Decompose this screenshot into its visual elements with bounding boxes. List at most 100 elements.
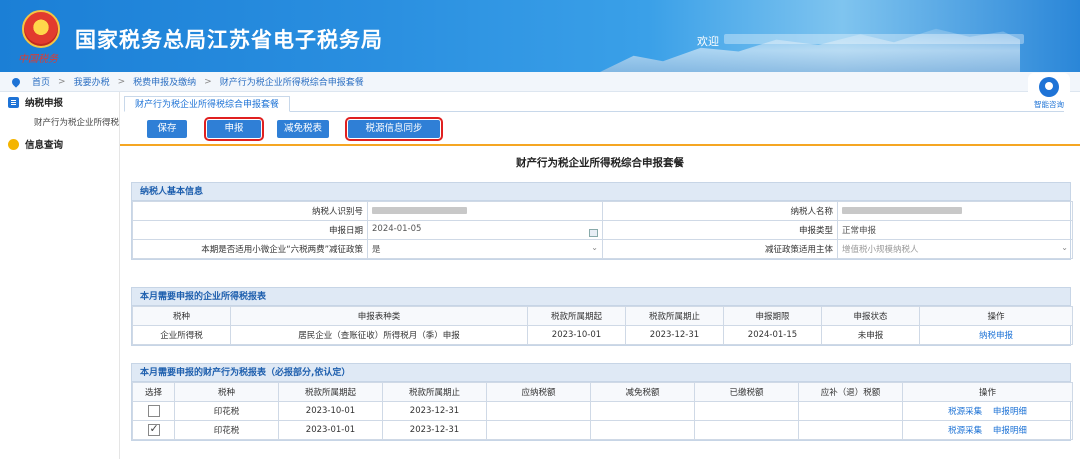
policy-select[interactable]: 是 ⌄: [367, 239, 603, 259]
declare-type-value: 正常申报: [837, 220, 1073, 240]
declare-detail-link[interactable]: 申报明细: [993, 426, 1027, 436]
document-icon: [8, 96, 19, 108]
column-header: 减免税额: [590, 382, 695, 402]
column-header: 税款所属期止: [625, 306, 724, 326]
policy-subject-select[interactable]: 增值税小规模纳税人 ⌄: [837, 239, 1073, 259]
cell-deadline: 2024-01-15: [723, 325, 822, 345]
toolbar: 保存 申报 减免税表 税源信息同步: [120, 116, 1080, 146]
cell-paid: [694, 420, 799, 440]
section-header: 纳税人基本信息: [132, 183, 1070, 201]
cell-tax: 印花税: [174, 401, 279, 421]
cell-from: 2023-01-01: [278, 420, 383, 440]
cell-reduction: [590, 420, 695, 440]
column-header: 操作: [919, 306, 1073, 326]
column-header: 税款所属期起: [278, 382, 383, 402]
table-row: 企业所得税 居民企业（查账征收）所得税月（季）申报 2023-10-01 202…: [132, 325, 1073, 345]
taxpayer-id-label: 纳税人识别号: [132, 201, 368, 221]
tax-emblem-icon: [22, 10, 60, 48]
breadcrumb-tax-service[interactable]: 我要办税: [74, 75, 110, 88]
page-title: 财产行为税企业所得税综合申报套餐: [516, 157, 684, 169]
save-button[interactable]: 保存: [147, 120, 187, 138]
column-header: 申报表种类: [230, 306, 528, 326]
cit-report-panel: 本月需要申报的企业所得税报表 税种 申报表种类 税款所属期起 税款所属期止 申报…: [131, 287, 1073, 346]
cell-to: 2023-12-31: [625, 325, 724, 345]
welcome-text: 欢迎: [697, 35, 719, 48]
column-header: 税种: [132, 306, 231, 326]
sidebar-group-label: 信息查询: [25, 140, 64, 151]
tab-property-cit-package[interactable]: 财产行为税企业所得税综合申报套餐: [124, 96, 291, 112]
column-header: 应补（退）税额: [798, 382, 903, 402]
column-header: 已缴税额: [694, 382, 799, 402]
tax-source-collect-link[interactable]: 税源采集: [948, 407, 982, 417]
taxpayer-name-label: 纳税人名称: [602, 201, 838, 221]
cell-reduction: [590, 401, 695, 421]
cell-payable: [486, 401, 591, 421]
cell-action: 纳税申报: [919, 325, 1073, 345]
sidebar-group-tax-declaration[interactable]: 纳税申报: [0, 92, 119, 112]
policy-subject-value: 增值税小规模纳税人: [842, 245, 919, 255]
declare-type-label: 申报类型: [602, 220, 838, 240]
sidebar-group-info-query[interactable]: 信息查询: [0, 134, 119, 154]
taxpayer-name-field: [837, 201, 1073, 221]
calendar-icon[interactable]: [589, 228, 598, 237]
emblem-caption: 中国税务: [18, 54, 58, 65]
site-header: 中国税务 国家税务总局江苏省电子税务局 欢迎: [0, 0, 1080, 72]
declare-date-value: 2024-01-05: [372, 223, 422, 234]
column-header: 税款所属期止: [382, 382, 487, 402]
column-header: 税款所属期起: [527, 306, 626, 326]
breadcrumb-separator: >: [117, 76, 126, 87]
cell-from: 2023-10-01: [278, 401, 383, 421]
breadcrumb-declaration[interactable]: 税费申报及缴纳: [133, 75, 196, 88]
chat-bubble-icon: [8, 138, 19, 150]
declare-date-field[interactable]: 2024-01-05: [367, 220, 603, 240]
tax-reduction-form-button[interactable]: 减免税表: [277, 120, 329, 138]
cell-refund: [798, 420, 903, 440]
column-header: 申报状态: [821, 306, 920, 326]
sidebar-item-property-cit[interactable]: 财产行为税企业所得税: [0, 112, 119, 134]
taxpayer-info-panel: 纳税人基本信息 纳税人识别号 纳税人名称 申报日期 2024-01-05 申报类…: [131, 182, 1073, 260]
breadcrumb-separator: >: [204, 76, 212, 87]
great-wall-banner-image: [600, 28, 1020, 72]
cell-from: 2023-10-01: [527, 325, 626, 345]
cell-paid: [694, 401, 799, 421]
column-header: 税种: [174, 382, 279, 402]
tax-source-sync-button[interactable]: 税源信息同步: [345, 117, 443, 141]
divider: [120, 144, 1080, 146]
property-tax-panel: 本月需要申报的财产行为税报表（必报部分,依认定） 选择 税种 税款所属期起 税款…: [131, 363, 1073, 441]
cell-action: 税源采集 申报明细: [902, 420, 1073, 440]
user-info-redacted: [724, 34, 1024, 44]
cell-payable: [486, 420, 591, 440]
headset-icon: [1039, 77, 1059, 97]
row-checkbox[interactable]: [147, 405, 160, 417]
section-header: 本月需要申报的财产行为税报表（必报部分,依认定）: [132, 364, 1070, 382]
taxpayer-id-field: [367, 201, 603, 221]
table-header-row: 税种 申报表种类 税款所属期起 税款所属期止 申报期限 申报状态 操作: [132, 306, 1073, 326]
chevron-down-icon: ⌄: [591, 243, 598, 252]
cell-action: 税源采集 申报明细: [902, 401, 1073, 421]
breadcrumb-current: 财产行为税企业所得税综合申报套餐: [219, 78, 364, 88]
tax-source-collect-link[interactable]: 税源采集: [948, 426, 982, 436]
cell-refund: [798, 401, 903, 421]
cell-to: 2023-12-31: [382, 401, 487, 421]
table-row: 印花税 2023-10-01 2023-12-31 税源采集 申报明细: [132, 401, 1073, 421]
tab-bar: 财产行为税企业所得税综合申报套餐: [124, 96, 1064, 112]
declare-button[interactable]: 申报: [204, 117, 264, 141]
cell-form: 居民企业（查账征收）所得税月（季）申报: [230, 325, 528, 345]
cell-tax: 企业所得税: [132, 325, 231, 345]
table-row: 印花税 2023-01-01 2023-12-31 税源采集 申报明细: [132, 420, 1073, 440]
breadcrumb-home[interactable]: 首页: [32, 75, 50, 88]
cell-select: [132, 401, 175, 421]
table-header-row: 选择 税种 税款所属期起 税款所属期止 应纳税额 减免税额 已缴税额 应补（退）…: [132, 382, 1073, 402]
row-checkbox[interactable]: [147, 422, 160, 436]
declare-detail-link[interactable]: 申报明细: [993, 407, 1027, 417]
column-header: 应纳税额: [486, 382, 591, 402]
column-header: 操作: [902, 382, 1073, 402]
site-title: 国家税务总局江苏省电子税务局: [75, 28, 383, 52]
cell-tax: 印花税: [174, 420, 279, 440]
sidebar: 纳税申报 财产行为税企业所得税 信息查询: [0, 92, 120, 459]
location-pin-icon: [10, 75, 22, 88]
tax-declare-link[interactable]: 纳税申报: [979, 331, 1013, 341]
section-header: 本月需要申报的企业所得税报表: [132, 288, 1070, 306]
column-header: 选择: [132, 382, 175, 402]
cell-select: [132, 420, 175, 440]
